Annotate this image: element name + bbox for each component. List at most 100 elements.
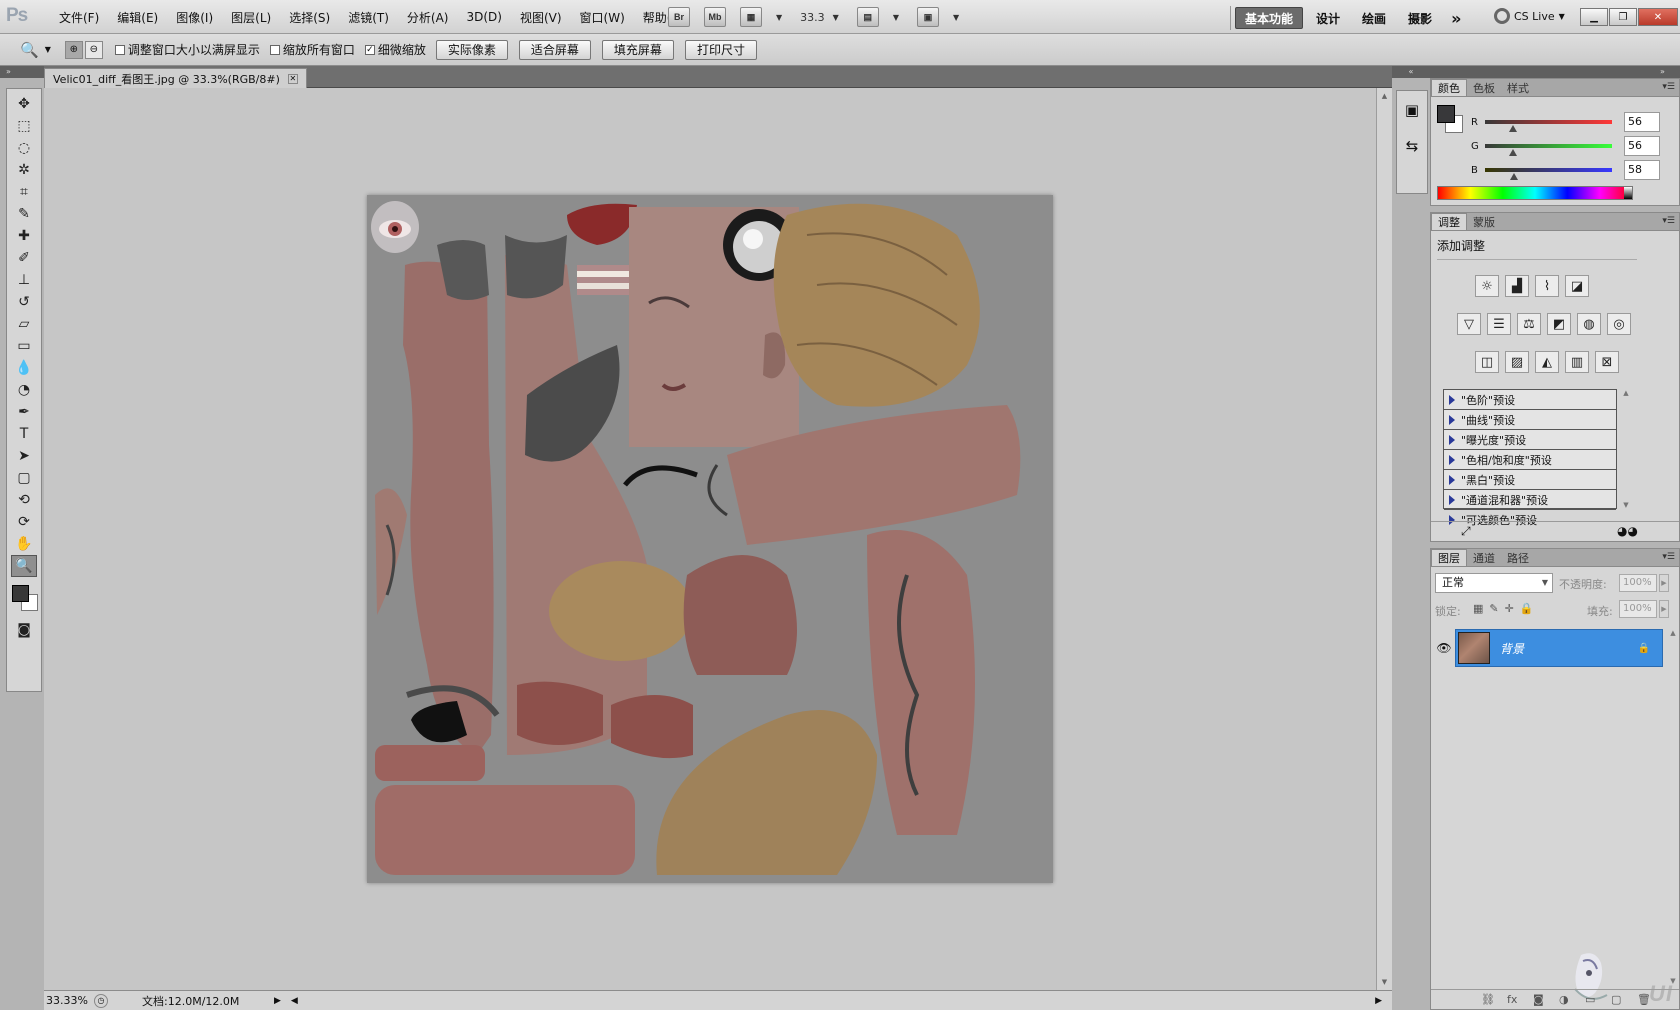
lock-image-icon[interactable]: ✎ bbox=[1489, 602, 1498, 615]
chevron-down-icon[interactable]: ▼ bbox=[776, 13, 782, 22]
threshold-icon[interactable]: ◭ bbox=[1535, 351, 1559, 373]
chevron-down-icon[interactable]: ▼ bbox=[833, 13, 839, 22]
opacity-input[interactable]: 100% bbox=[1619, 574, 1657, 592]
curves-icon[interactable]: ⌇ bbox=[1535, 275, 1559, 297]
color-balance-icon[interactable]: ⚖ bbox=[1517, 313, 1541, 335]
workspace-essentials[interactable]: 基本功能 bbox=[1235, 7, 1304, 29]
menu-filter[interactable]: 滤镜(T) bbox=[339, 9, 398, 26]
tab-color[interactable]: 颜色 bbox=[1431, 79, 1467, 96]
tab-layers[interactable]: 图层 bbox=[1431, 549, 1467, 566]
brightness-contrast-icon[interactable]: ☼ bbox=[1475, 275, 1499, 297]
toolbox-collapse-handle[interactable]: » bbox=[0, 66, 44, 78]
type-tool-icon[interactable]: T bbox=[11, 423, 37, 445]
menu-edit[interactable]: 编辑(E) bbox=[108, 9, 167, 26]
zoom-in-icon[interactable]: ⊕ bbox=[64, 40, 83, 59]
workspace-photography[interactable]: 摄影 bbox=[1399, 7, 1441, 29]
scrubby-zoom-checkbox[interactable]: ✓ 细微缩放 bbox=[364, 41, 426, 58]
blue-value-input[interactable]: 58 bbox=[1624, 160, 1660, 180]
menu-select[interactable]: 选择(S) bbox=[280, 9, 339, 26]
preset-curves[interactable]: "曲线"预设 bbox=[1444, 410, 1616, 430]
tab-masks[interactable]: 蒙版 bbox=[1467, 213, 1501, 230]
dodge-tool-icon[interactable]: ◔ bbox=[11, 379, 37, 401]
layers-scrollbar[interactable]: ▲ ▼ bbox=[1667, 629, 1679, 985]
scroll-right-icon[interactable]: ▶ bbox=[1375, 996, 1382, 1006]
crop-tool-icon[interactable]: ⌗ bbox=[11, 181, 37, 203]
resize-windows-checkbox[interactable]: 调整窗口大小以满屏显示 bbox=[114, 41, 260, 58]
fill-input[interactable]: 100% bbox=[1619, 600, 1657, 618]
menu-layer[interactable]: 图层(L) bbox=[222, 9, 280, 26]
slider-thumb[interactable] bbox=[1508, 149, 1517, 156]
tab-styles[interactable]: 样式 bbox=[1501, 79, 1535, 96]
3d-rotate-tool-icon[interactable]: ⟲ bbox=[11, 489, 37, 511]
tab-swatches[interactable]: 色板 bbox=[1467, 79, 1501, 96]
new-layer-icon[interactable]: ▢ bbox=[1611, 993, 1621, 1006]
slider-thumb[interactable] bbox=[1508, 125, 1517, 132]
expand-triangle-icon[interactable] bbox=[1449, 394, 1455, 405]
link-layers-icon[interactable]: ⛓ bbox=[1481, 993, 1495, 1006]
visibility-eye-icon[interactable]: 👁 bbox=[1433, 641, 1455, 655]
new-group-icon[interactable]: ▭ bbox=[1585, 993, 1595, 1006]
levels-icon[interactable]: ▟ bbox=[1505, 275, 1529, 297]
checkbox-box[interactable] bbox=[114, 44, 125, 55]
menu-3d[interactable]: 3D(D) bbox=[457, 10, 510, 24]
menu-window[interactable]: 窗口(W) bbox=[571, 9, 634, 26]
zoom-level-input[interactable]: 33.3 bbox=[800, 11, 825, 24]
expand-triangle-icon[interactable] bbox=[1449, 434, 1455, 445]
preset-levels[interactable]: "色阶"预设 bbox=[1444, 390, 1616, 410]
black-white-icon[interactable]: ◩ bbox=[1547, 313, 1571, 335]
tab-channels[interactable]: 通道 bbox=[1467, 549, 1501, 566]
lock-all-icon[interactable]: 🔒 bbox=[1520, 602, 1534, 615]
preset-black-white[interactable]: "黑白"预设 bbox=[1444, 470, 1616, 490]
checkbox-box[interactable]: ✓ bbox=[364, 44, 375, 55]
dock-collapse-handle[interactable]: « bbox=[1392, 66, 1430, 78]
panel-menu-icon[interactable]: ▾☰ bbox=[1662, 552, 1675, 562]
healing-tool-icon[interactable]: ✚ bbox=[11, 225, 37, 247]
expand-triangle-icon[interactable] bbox=[1449, 494, 1455, 505]
preset-exposure[interactable]: "曝光度"预设 bbox=[1444, 430, 1616, 450]
green-value-input[interactable]: 56 bbox=[1624, 136, 1660, 156]
shape-tool-icon[interactable]: ▢ bbox=[11, 467, 37, 489]
zoom-all-windows-checkbox[interactable]: 缩放所有窗口 bbox=[269, 41, 355, 58]
fill-screen-button[interactable]: 填充屏幕 bbox=[601, 39, 674, 60]
history-icon[interactable]: ⇆ bbox=[1406, 137, 1419, 155]
scroll-up-icon[interactable]: ▲ bbox=[1670, 629, 1675, 637]
chevron-down-icon[interactable]: ▼ bbox=[893, 13, 899, 22]
path-select-tool-icon[interactable]: ➤ bbox=[11, 445, 37, 467]
posterize-icon[interactable]: ▨ bbox=[1505, 351, 1529, 373]
canvas-area[interactable] bbox=[44, 88, 1376, 990]
foreground-color-swatch[interactable] bbox=[1437, 105, 1455, 123]
chevron-down-icon[interactable]: ▼ bbox=[45, 45, 51, 54]
zoom-out-icon[interactable]: ⊖ bbox=[84, 40, 103, 59]
layer-item-background[interactable]: 背景 🔒 bbox=[1455, 629, 1663, 667]
eyedropper-tool-icon[interactable]: ✎ bbox=[11, 203, 37, 225]
preset-hue-saturation[interactable]: "色相/饱和度"预设 bbox=[1444, 450, 1616, 470]
lock-transparent-icon[interactable]: ▦ bbox=[1473, 602, 1483, 615]
red-value-input[interactable]: 56 bbox=[1624, 112, 1660, 132]
status-zoom[interactable]: 33.33% bbox=[44, 994, 94, 1007]
view-extras-button[interactable]: ▦ bbox=[740, 7, 762, 27]
menu-view[interactable]: 视图(V) bbox=[511, 9, 571, 26]
foreground-color-swatch[interactable] bbox=[12, 585, 29, 602]
tab-paths[interactable]: 路径 bbox=[1501, 549, 1535, 566]
zoom-tool-preset-icon[interactable]: 🔍 bbox=[20, 41, 39, 59]
menu-analysis[interactable]: 分析(A) bbox=[398, 9, 458, 26]
history-brush-tool-icon[interactable]: ↺ bbox=[11, 291, 37, 313]
bridge-button[interactable]: Br bbox=[668, 7, 690, 27]
clip-to-layer-icon[interactable]: ◕◕ bbox=[1617, 524, 1638, 538]
hand-tool-icon[interactable]: ✋ bbox=[11, 533, 37, 555]
blend-mode-select[interactable]: 正常 ▼ bbox=[1435, 573, 1553, 593]
fit-screen-button[interactable]: 适合屏幕 bbox=[518, 39, 591, 60]
scroll-down-icon[interactable]: ▼ bbox=[1382, 978, 1387, 986]
layer-row[interactable]: 👁 背景 🔒 bbox=[1433, 629, 1663, 667]
panel-menu-icon[interactable]: ▾☰ bbox=[1662, 82, 1675, 92]
eraser-tool-icon[interactable]: ▱ bbox=[11, 313, 37, 335]
3d-orbit-tool-icon[interactable]: ⟳ bbox=[11, 511, 37, 533]
menu-image[interactable]: 图像(I) bbox=[167, 9, 222, 26]
presets-scrollbar[interactable]: ▲ ▼ bbox=[1621, 389, 1631, 509]
invert-icon[interactable]: ◫ bbox=[1475, 351, 1499, 373]
chevron-down-icon[interactable]: ▼ bbox=[953, 13, 959, 22]
exposure-icon[interactable]: ◪ bbox=[1565, 275, 1589, 297]
expand-triangle-icon[interactable] bbox=[1449, 454, 1455, 465]
marquee-tool-icon[interactable]: ⬚ bbox=[11, 115, 37, 137]
slider-thumb[interactable] bbox=[1510, 173, 1519, 180]
